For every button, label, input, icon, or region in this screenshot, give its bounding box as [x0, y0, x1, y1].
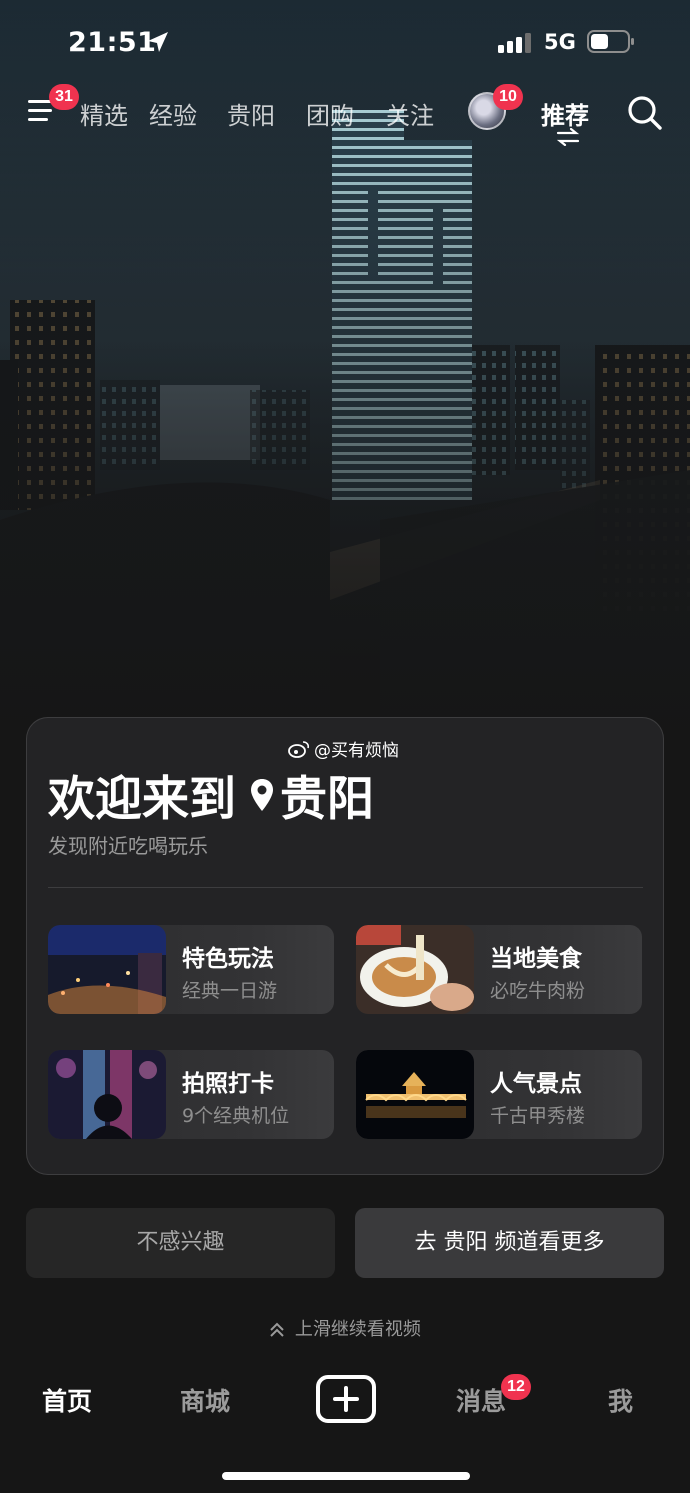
double-chevron-up-icon [270, 1322, 284, 1337]
location-arrow-icon [148, 32, 168, 52]
welcome-subtitle: 发现附近吃喝玩乐 [48, 834, 208, 858]
tile-local-food[interactable]: 当地美食 必吃牛肉粉 [356, 925, 642, 1014]
welcome-prefix: 欢迎来到 [48, 772, 236, 827]
tab-home[interactable]: 首页 [42, 1382, 92, 1418]
status-time: 21:51 [68, 27, 157, 58]
tile-subtitle: 千古甲秀楼 [490, 1105, 586, 1127]
network-type: 5G [544, 30, 576, 54]
tile-subtitle: 经典一日游 [182, 980, 278, 1002]
tab-messages[interactable]: 消息 [456, 1382, 506, 1418]
tile-title: 特色玩法 [182, 946, 274, 972]
tile-subtitle: 必吃牛肉粉 [490, 980, 586, 1002]
tile-subtitle: 9个经典机位 [182, 1105, 290, 1127]
tab-me[interactable]: 我 [608, 1382, 633, 1418]
battery-icon [587, 30, 634, 53]
watermark-text: @买有烦恼 [314, 741, 399, 761]
tab-mall[interactable]: 商城 [180, 1382, 230, 1418]
search-icon[interactable] [626, 94, 664, 132]
tile-title: 拍照打卡 [182, 1071, 274, 1097]
location-pin-icon [251, 778, 273, 811]
swipe-up-hint: 上滑继续看视频 [0, 1315, 690, 1341]
tile-popular-sights[interactable]: 人气景点 千古甲秀楼 [356, 1050, 642, 1139]
tab-following[interactable]: 关注 [386, 96, 434, 131]
tab-group-buy[interactable]: 团购 [306, 96, 354, 131]
home-indicator [222, 1472, 470, 1480]
watermark: @买有烦恼 [288, 736, 399, 761]
tab-featured[interactable]: 精选 [80, 96, 128, 131]
tile-title: 当地美食 [490, 946, 582, 972]
weibo-icon [288, 740, 310, 758]
tab-guiyang[interactable]: 贵阳 [227, 96, 275, 131]
tile-thumb-night-city [48, 925, 166, 1014]
messages-badge: 12 [501, 1374, 531, 1400]
welcome-heading: 欢迎来到 贵阳 [48, 760, 374, 829]
welcome-city: 贵阳 [280, 772, 374, 827]
swap-icon[interactable] [556, 128, 580, 146]
menu-badge: 31 [49, 84, 79, 110]
go-to-channel-button[interactable]: 去 贵阳 频道看更多 [355, 1208, 664, 1278]
signal-strength-icon [498, 33, 531, 53]
not-interested-button[interactable]: 不感兴趣 [26, 1208, 335, 1278]
tile-thumb-beef-noodles [356, 925, 474, 1014]
avatar-badge: 10 [493, 84, 523, 110]
tile-thumb-photo-spot [48, 1050, 166, 1139]
tile-special-activities[interactable]: 特色玩法 经典一日游 [48, 925, 334, 1014]
tile-photo-spots[interactable]: 拍照打卡 9个经典机位 [48, 1050, 334, 1139]
tile-thumb-jiaxiu-tower [356, 1050, 474, 1139]
create-post-button[interactable] [316, 1375, 376, 1423]
tab-recommended[interactable]: 推荐 [541, 96, 589, 131]
tile-title: 人气景点 [490, 1071, 582, 1097]
card-divider [48, 887, 643, 888]
swipe-hint-text: 上滑继续看视频 [294, 1319, 421, 1340]
tab-experience[interactable]: 经验 [149, 96, 197, 131]
